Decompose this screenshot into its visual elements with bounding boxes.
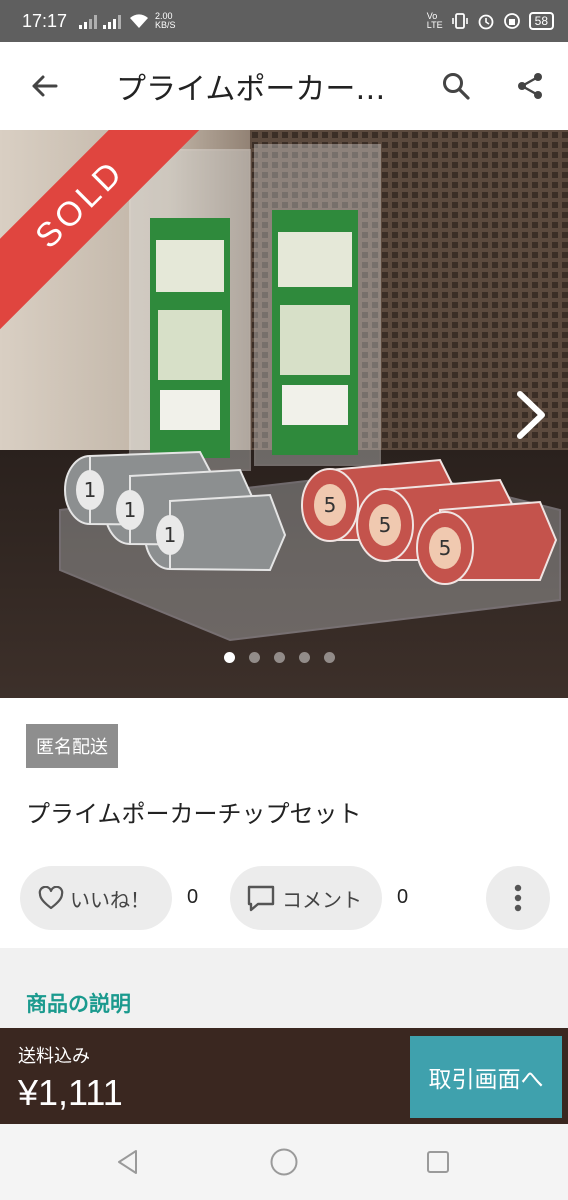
action-row: いいね！ 0 コメント 0 — [0, 866, 568, 930]
description-heading: 商品の説明 — [26, 992, 131, 1016]
like-label: いいね！ — [70, 887, 150, 912]
nav-home-button[interactable] — [266, 1144, 302, 1180]
page-dot-active[interactable] — [224, 652, 235, 663]
product-photo[interactable]: 1 1 1 5 5 5 SOLD — [0, 130, 568, 698]
page-dot[interactable] — [324, 652, 335, 663]
battery-icon: 58 — [528, 12, 554, 30]
svg-text:5: 5 — [379, 513, 392, 537]
volte-indicator: Vo LTE — [427, 12, 443, 30]
more-options-button[interactable] — [486, 866, 550, 930]
description-section: 商品の説明 — [0, 948, 568, 1028]
more-vertical-icon — [514, 884, 522, 912]
signal-icons — [79, 13, 149, 29]
purchase-bar: 送料込み ¥1,111 取引画面へ — [0, 1028, 568, 1124]
comment-count: 0 — [397, 886, 409, 908]
alarm-icon — [478, 14, 494, 30]
page-dot[interactable] — [299, 652, 310, 663]
comment-label: コメント — [282, 887, 362, 912]
signal-2-icon — [103, 15, 122, 29]
page-title: プライムポーカー… — [116, 72, 386, 107]
share-icon — [518, 73, 542, 99]
net-speed-unit: KB/S — [155, 20, 176, 30]
svg-text:5: 5 — [439, 536, 452, 560]
svg-text:5: 5 — [324, 493, 337, 517]
vibrate-icon — [451, 13, 468, 29]
triangle-back-icon — [118, 1150, 137, 1174]
net-speed: 2.00 KB/S — [155, 12, 176, 30]
app-header: プライムポーカー… — [0, 42, 568, 130]
heart-icon — [38, 886, 64, 910]
shipping-badge: 匿名配送 — [26, 724, 118, 768]
page-dot[interactable] — [274, 652, 285, 663]
search-icon — [443, 73, 470, 100]
signal-1-icon — [79, 15, 98, 29]
price: ¥1,111 — [18, 1072, 123, 1113]
svg-text:1: 1 — [84, 478, 97, 502]
chevron-right-icon — [517, 391, 545, 439]
square-recent-icon — [427, 1151, 449, 1173]
wifi-icon — [130, 14, 149, 28]
product-title: プライムポーカーチップセット — [26, 800, 362, 828]
share-button[interactable] — [508, 64, 552, 108]
svg-text:1: 1 — [164, 523, 177, 547]
like-count: 0 — [187, 886, 199, 908]
nav-recent-button[interactable] — [420, 1144, 456, 1180]
comment-button[interactable]: コメント — [230, 866, 382, 930]
data-saver-icon — [503, 13, 520, 29]
like-button[interactable]: いいね！ — [20, 866, 172, 930]
volte-bottom: LTE — [426, 20, 443, 30]
back-button[interactable] — [0, 42, 88, 130]
search-button[interactable] — [434, 64, 478, 108]
arrow-left-icon — [32, 75, 58, 97]
photo-next-button[interactable] — [505, 385, 555, 445]
circle-home-icon — [270, 1148, 298, 1176]
trade-screen-button[interactable]: 取引画面へ — [410, 1036, 562, 1118]
comment-icon — [247, 885, 275, 912]
system-nav-bar — [0, 1124, 568, 1200]
nav-back-button[interactable] — [110, 1144, 146, 1180]
photo-pagination — [224, 652, 335, 663]
status-bar: 17:17 2.00 KB/S Vo LTE 58 — [0, 0, 568, 42]
shipping-included-label: 送料込み — [18, 1046, 90, 1067]
svg-text:1: 1 — [124, 498, 137, 522]
status-time: 17:17 — [22, 10, 68, 31]
page-dot[interactable] — [249, 652, 260, 663]
status-right: Vo LTE 58 — [427, 12, 554, 30]
